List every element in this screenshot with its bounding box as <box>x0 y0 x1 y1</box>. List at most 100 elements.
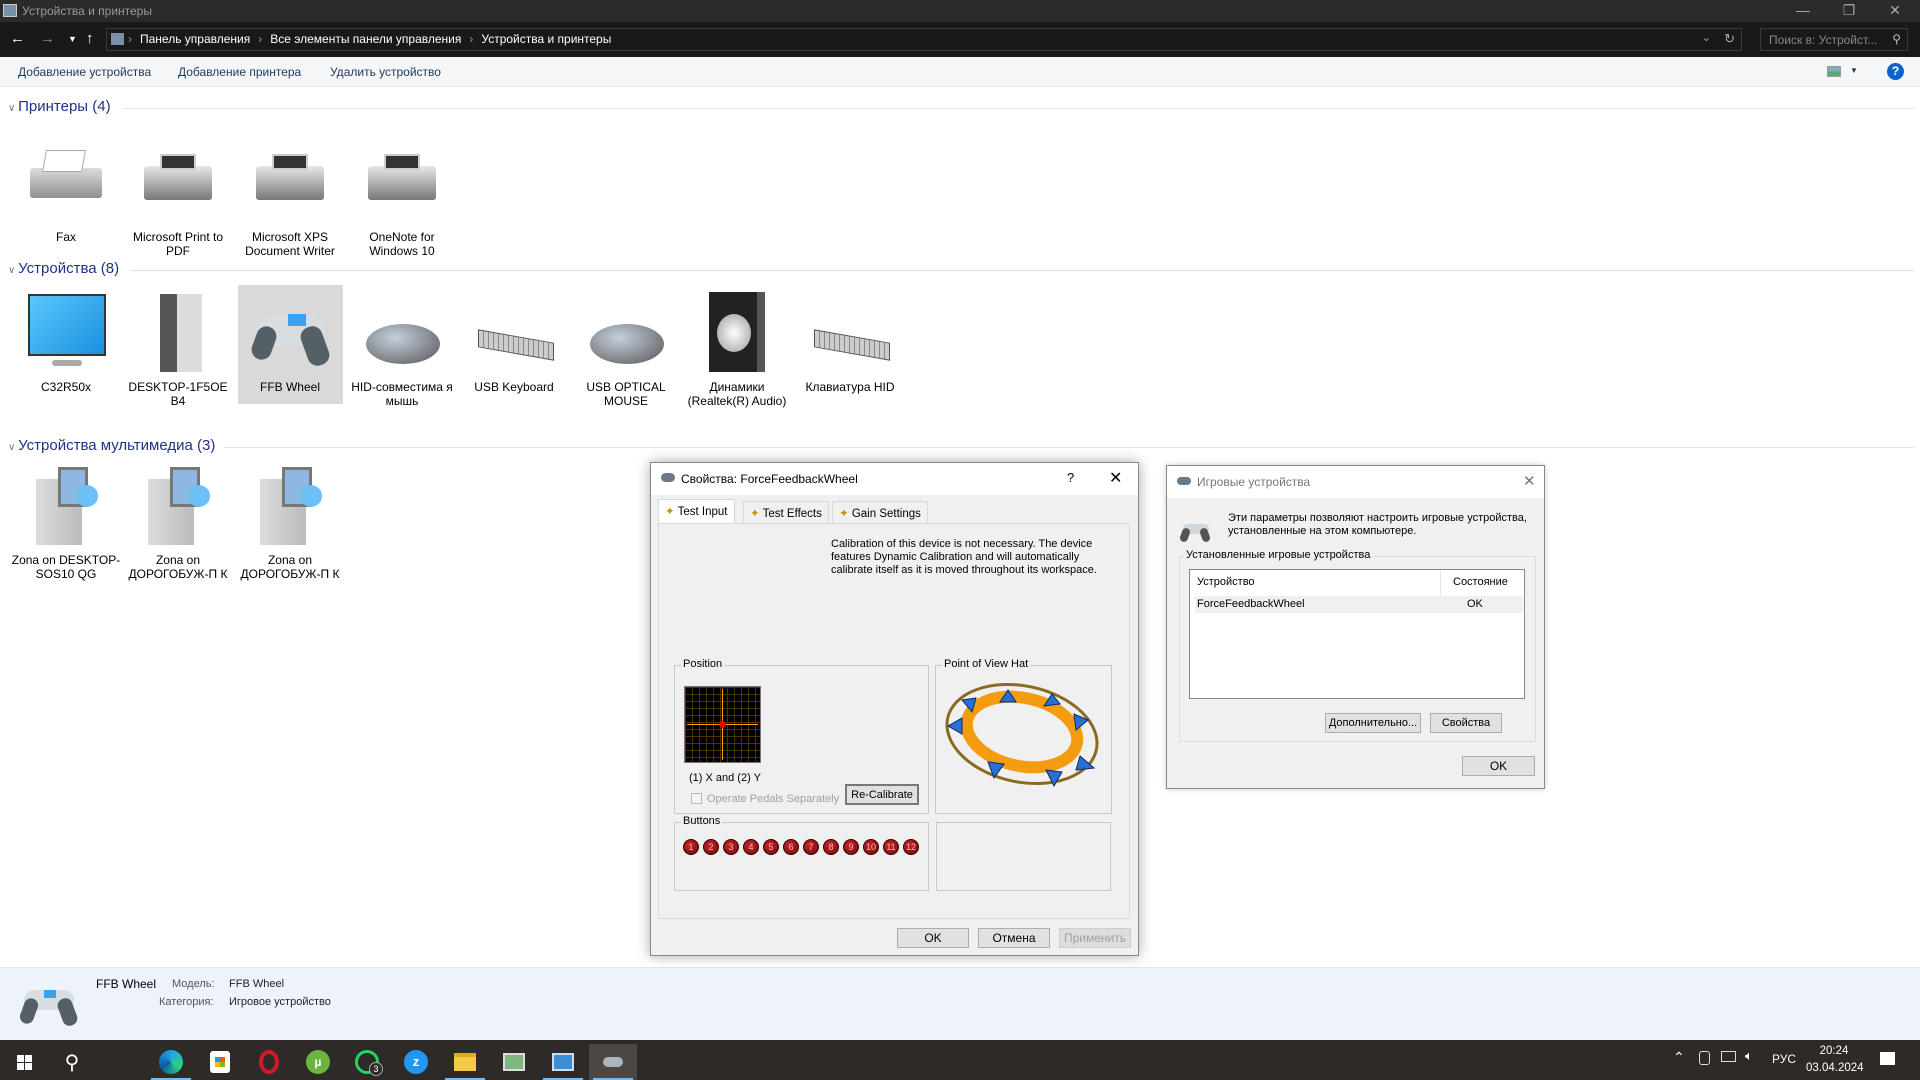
group-multimedia-header[interactable]: ∨ Устройства мультимедиа (3) <box>8 437 215 454</box>
pov-hat-icon <box>945 682 1099 788</box>
device-item-usb-optical-mouse[interactable]: USB OPTICAL MOUSE <box>571 292 681 408</box>
help-button[interactable]: ? <box>1067 470 1074 485</box>
column-status[interactable]: Состояние <box>1453 576 1508 588</box>
close-button[interactable]: ✕ <box>1523 472 1536 490</box>
store-icon <box>210 1051 230 1073</box>
device-item-zona-3[interactable]: Zona on ДОРОГОБУЖ-П К <box>235 465 345 581</box>
add-printer-button[interactable]: Добавление принтера <box>178 65 301 79</box>
taskbar-control-panel[interactable] <box>539 1044 587 1080</box>
address-bar: ← → ▼ ↑ ⌄ ↻ › Панель управления › Все элеме… <box>0 22 1920 57</box>
help-icon[interactable]: ? <box>1887 63 1904 80</box>
crumb-control-panel[interactable]: Панель управления <box>140 32 250 46</box>
device-item-ffb-wheel[interactable]: FFB Wheel <box>235 292 345 394</box>
tray-overflow-icon[interactable]: ⌃ <box>1673 1049 1685 1066</box>
search-placeholder: Поиск в: Устройст... <box>1769 33 1878 47</box>
clock[interactable]: 20:24 03.04.2024 <box>1806 1043 1864 1077</box>
recent-dropdown[interactable]: ▼ <box>68 34 77 44</box>
tab-gain-settings[interactable]: ✦ Gain Settings <box>832 501 928 523</box>
buttons-group: Buttons 1 2 3 4 5 6 7 8 9 10 11 12 <box>674 815 929 891</box>
taskbar-opera[interactable] <box>245 1044 293 1080</box>
details-name: FFB Wheel <box>96 977 157 991</box>
joystick-icon: ✦ <box>750 508 760 520</box>
search-button[interactable]: ⚲ <box>48 1044 96 1080</box>
view-icon[interactable] <box>1827 66 1841 77</box>
printer-icon <box>250 142 330 222</box>
date: 03.04.2024 <box>1806 1062 1864 1074</box>
devices-list[interactable]: Устройство Состояние ForceFeedbackWheel … <box>1189 569 1525 699</box>
taskbar-money-app[interactable] <box>490 1044 538 1080</box>
device-item-speakers[interactable]: Динамики (Realtek(R) Audio) <box>682 292 792 408</box>
tab-test-effects[interactable]: ✦ Test Effects <box>743 501 829 523</box>
device-item-hid-keyboard[interactable]: Клавиатура HID <box>795 292 905 394</box>
taskbar-zoom[interactable]: z <box>392 1044 440 1080</box>
camera-icon[interactable] <box>1699 1051 1710 1065</box>
taskbar-whatsapp[interactable]: 3 <box>343 1044 391 1080</box>
device-item-print-to-pdf[interactable]: Microsoft Print to PDF <box>123 142 233 258</box>
back-button[interactable]: ← <box>10 30 25 47</box>
start-button[interactable] <box>0 1044 48 1080</box>
joystick-button-indicator: 6 <box>783 839 799 855</box>
add-device-button[interactable]: Добавление устройства <box>18 65 151 79</box>
taskbar-game-controllers[interactable] <box>589 1044 637 1080</box>
gamepad-icon <box>248 292 333 372</box>
minimize-button[interactable]: — <box>1780 0 1826 22</box>
close-button[interactable]: ✕ <box>1109 468 1122 488</box>
taskbar-explorer[interactable] <box>441 1044 489 1080</box>
apply-button[interactable]: Применить <box>1059 928 1131 948</box>
view-dropdown-icon[interactable]: ▼ <box>1850 66 1858 75</box>
language-indicator[interactable]: РУС <box>1772 1052 1796 1066</box>
refresh-icon[interactable]: ↻ <box>1724 31 1735 47</box>
maximize-button[interactable]: ❐ <box>1826 0 1872 22</box>
device-item-monitor[interactable]: C32R50x <box>11 292 121 394</box>
list-header: Устройство Состояние <box>1190 570 1524 596</box>
device-item-onenote[interactable]: OneNote for Windows 10 <box>347 142 457 258</box>
recalibrate-button[interactable]: Re-Calibrate <box>845 784 919 805</box>
properties-button[interactable]: Свойства <box>1430 713 1502 733</box>
device-item-hid-mouse[interactable]: HID-совместима я мышь <box>347 292 457 408</box>
device-item-usb-keyboard[interactable]: USB Keyboard <box>459 292 569 394</box>
column-device[interactable]: Устройство <box>1197 576 1255 588</box>
cancel-button[interactable]: Отмена <box>978 928 1050 948</box>
printer-icon <box>138 142 218 222</box>
search-input[interactable]: Поиск в: Устройст... ⚲ <box>1760 28 1908 51</box>
table-row[interactable]: ForceFeedbackWheel OK <box>1195 596 1523 613</box>
item-label: Microsoft Print to PDF <box>132 230 224 258</box>
device-item-zona-1[interactable]: Zona on DESKTOP-SOS10 QG <box>11 465 121 581</box>
group-printers-header[interactable]: ∨ Принтеры (4) <box>8 98 111 115</box>
volume-icon[interactable]: 🔈︎ <box>1745 1048 1753 1064</box>
taskbar-edge[interactable] <box>147 1044 195 1080</box>
advanced-button[interactable]: Дополнительно... <box>1325 713 1421 733</box>
remove-device-button[interactable]: Удалить устройство <box>330 65 441 79</box>
pedals-checkbox[interactable] <box>691 793 702 804</box>
ok-button[interactable]: OK <box>897 928 969 948</box>
forward-button[interactable]: → <box>40 30 55 47</box>
tab-test-input[interactable]: ✦ Test Input <box>658 499 735 523</box>
ok-button[interactable]: OK <box>1462 756 1535 776</box>
group-devices-header[interactable]: ∨ Устройства (8) <box>8 260 119 277</box>
crumb-all-items[interactable]: Все элементы панели управления <box>270 32 461 46</box>
money-icon <box>503 1053 525 1071</box>
details-category: Игровое устройство <box>229 996 331 1008</box>
devices-printers-icon <box>3 4 17 17</box>
notifications-icon[interactable] <box>1880 1052 1895 1065</box>
crumb-devices-printers[interactable]: Устройства и принтеры <box>481 32 611 46</box>
windows-icon <box>16 1054 32 1070</box>
fax-icon <box>26 142 106 222</box>
joystick-button-indicator: 11 <box>883 839 899 855</box>
row-status: OK <box>1467 598 1483 610</box>
history-dropdown-icon[interactable]: ⌄ <box>1702 31 1711 44</box>
device-item-desktop[interactable]: DESKTOP-1F5OE B4 <box>123 292 233 408</box>
close-button[interactable]: ✕ <box>1872 0 1918 22</box>
joystick-button-indicator: 12 <box>903 839 919 855</box>
dialog-title-bar: Свойства: ForceFeedbackWheel ? ✕ <box>651 463 1138 495</box>
device-item-zona-2[interactable]: Zona on ДОРОГОБУЖ-П К <box>123 465 233 581</box>
game-controllers-dialog: Игровые устройства ✕ Эти параметры позво… <box>1166 465 1545 789</box>
taskbar-store[interactable] <box>196 1044 244 1080</box>
taskbar-utorrent[interactable]: µ <box>294 1044 342 1080</box>
device-item-fax[interactable]: Fax <box>11 142 121 244</box>
device-item-xps-writer[interactable]: Microsoft XPS Document Writer <box>235 142 345 258</box>
up-button[interactable]: ↑ <box>86 30 94 47</box>
network-icon[interactable] <box>1721 1051 1736 1062</box>
item-label: FFB Wheel <box>259 380 320 394</box>
column-divider <box>1440 570 1441 596</box>
